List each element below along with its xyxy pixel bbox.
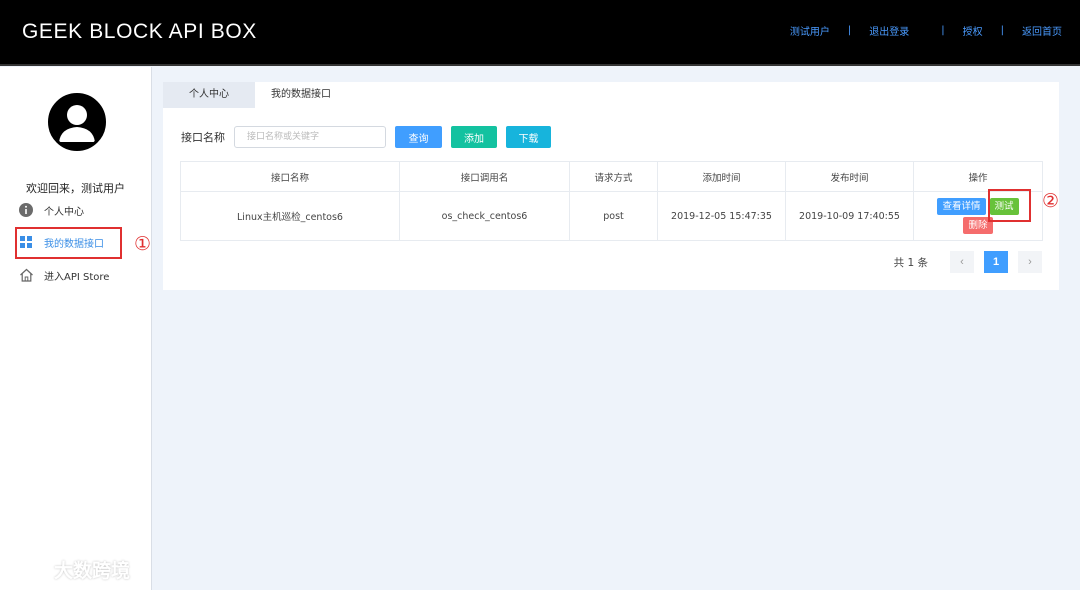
search-input[interactable]	[234, 126, 386, 148]
sidebar-item-label: 进入API Store	[44, 271, 110, 283]
nav-home-link[interactable]: 返回首页	[1022, 23, 1062, 38]
nav-separator: |	[847, 25, 852, 36]
watermark: 大数跨境	[8, 556, 130, 583]
column-header: 接口调用名	[399, 161, 570, 192]
next-page-button[interactable]: ›	[1018, 251, 1042, 273]
column-header: 操作	[913, 161, 1043, 192]
sidebar-item-profile[interactable]: 个人中心	[18, 197, 84, 223]
table-row: Linux主机巡检_centos6 os_check_centos6 post …	[180, 191, 1043, 241]
top-nav: 测试用户 | 退出登录 | 授权 | 返回首页	[790, 23, 1062, 38]
cell-method: post	[569, 191, 658, 241]
sidebar-item-api-store[interactable]: 进入API Store	[18, 262, 109, 288]
nav-separator: |	[1000, 25, 1004, 36]
search-toolbar: 接口名称 查询 添加 下载	[181, 126, 551, 148]
api-table: 接口名称 接口调用名 请求方式 添加时间 发布时间 操作 Linux主机巡检_c…	[180, 161, 1043, 241]
watermark-logo-icon	[10, 559, 49, 581]
home-icon	[18, 267, 34, 283]
column-header: 发布时间	[785, 161, 914, 192]
sidebar: 欢迎回来，测试用户 个人中心 我的数据接口 进入API Store	[0, 67, 152, 590]
app-logo: GEEK BLOCK API BOX	[22, 20, 257, 43]
column-header: 添加时间	[657, 161, 786, 192]
nav-authorize-link[interactable]: 授权	[963, 23, 983, 38]
watermark-text: 大数跨境	[54, 560, 131, 582]
cell-published-time: 2019-10-09 17:40:55	[785, 191, 914, 241]
info-icon	[18, 202, 34, 218]
cell-added-time: 2019-12-05 15:47:35	[657, 191, 786, 241]
cell-api-name: Linux主机巡检_centos6	[180, 191, 400, 241]
tab-bar: 个人中心 我的数据接口	[163, 82, 347, 108]
page-number-button[interactable]: 1	[984, 251, 1008, 273]
query-button[interactable]: 查询	[395, 126, 442, 148]
download-button[interactable]: 下载	[506, 126, 551, 148]
nav-user-link[interactable]: 测试用户	[790, 23, 830, 38]
nav-logout-link[interactable]: 退出登录	[869, 23, 909, 38]
prev-page-button[interactable]: ‹	[950, 251, 974, 273]
avatar[interactable]	[48, 93, 106, 151]
annotation-marker-2: ②	[1042, 190, 1060, 212]
add-button[interactable]: 添加	[451, 126, 497, 148]
highlight-box-2	[988, 189, 1031, 222]
highlight-box-1	[15, 227, 122, 259]
tab-profile[interactable]: 个人中心	[163, 82, 255, 108]
column-header: 接口名称	[180, 161, 400, 192]
tab-my-apis[interactable]: 我的数据接口	[255, 82, 347, 108]
main-panel: 个人中心 我的数据接口 接口名称 查询 添加 下载 接口名称 接口调用名 请求方…	[163, 82, 1059, 290]
user-silhouette-icon	[51, 96, 103, 148]
welcome-text: 欢迎回来，测试用户	[26, 182, 125, 195]
view-details-button[interactable]: 查看详情	[937, 198, 986, 215]
pagination-total: 共 1 条	[893, 256, 928, 269]
cell-call-name: os_check_centos6	[399, 191, 570, 241]
annotation-marker-1: ①	[134, 233, 152, 255]
column-header: 请求方式	[569, 161, 658, 192]
sidebar-item-label: 个人中心	[44, 206, 84, 218]
search-label: 接口名称	[181, 131, 225, 144]
top-bar: GEEK BLOCK API BOX 测试用户 | 退出登录 | 授权 | 返回…	[0, 0, 1080, 66]
nav-separator: |	[941, 25, 945, 36]
table-header-row: 接口名称 接口调用名 请求方式 添加时间 发布时间 操作	[180, 161, 1043, 192]
pagination: 共 1 条 ‹ 1 ›	[894, 251, 1042, 273]
